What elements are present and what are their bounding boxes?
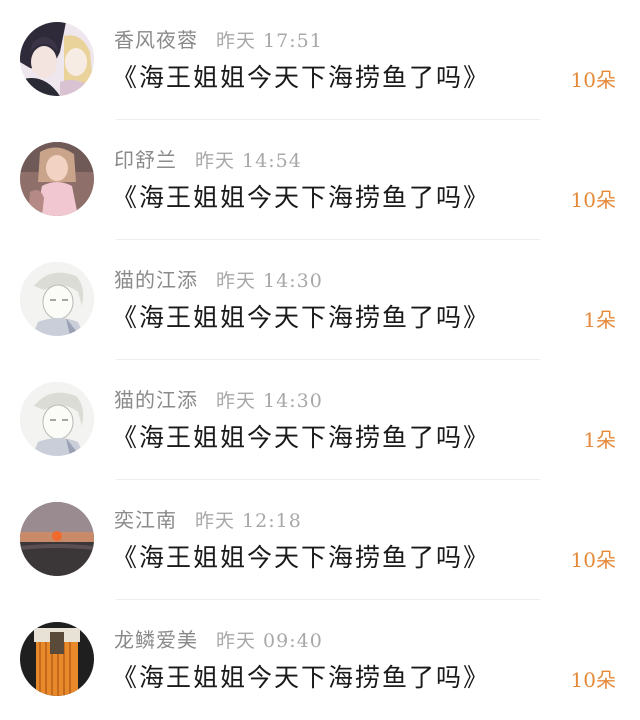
item-meta: 龙鳞爱美 昨天 09:40 — [114, 624, 323, 654]
avatar[interactable] — [20, 22, 94, 96]
timestamp: 昨天 12:18 — [195, 510, 302, 532]
flower-count: 10朵 — [570, 548, 616, 572]
anime-sketch-avatar-icon — [20, 382, 94, 456]
timestamp: 昨天 14:30 — [216, 270, 323, 292]
book-title[interactable]: 《海王姐姐今天下海捞鱼了吗》 — [112, 418, 490, 454]
gift-record-list: 香风夜蓉 昨天 17:51 《海王姐姐今天下海捞鱼了吗》 10朵 印舒兰 昨天 14… — [0, 0, 640, 711]
book-title[interactable]: 《海王姐姐今天下海捞鱼了吗》 — [112, 538, 490, 574]
timestamp: 昨天 17:51 — [216, 30, 323, 52]
username[interactable]: 奕江南 — [114, 508, 177, 532]
timestamp: 昨天 14:54 — [195, 150, 302, 172]
flower-count: 10朵 — [570, 68, 616, 92]
timestamp: 昨天 09:40 — [216, 630, 323, 652]
list-item[interactable]: 香风夜蓉 昨天 17:51 《海王姐姐今天下海捞鱼了吗》 10朵 — [0, 0, 640, 120]
book-title[interactable]: 《海王姐姐今天下海捞鱼了吗》 — [112, 178, 490, 214]
item-meta: 奕江南 昨天 12:18 — [114, 504, 302, 534]
anime-duo-avatar-icon — [20, 22, 94, 96]
timestamp: 昨天 14:30 — [216, 390, 323, 412]
sunset-avatar-icon — [20, 502, 94, 576]
photo-woman-avatar-icon — [20, 142, 94, 216]
list-item[interactable]: 猫的江添 昨天 14:30 《海王姐姐今天下海捞鱼了吗》 1朵 — [0, 240, 640, 360]
orange-curtain-avatar-icon — [20, 622, 94, 696]
flower-count: 10朵 — [570, 668, 616, 692]
flower-count: 1朵 — [583, 308, 616, 332]
book-title[interactable]: 《海王姐姐今天下海捞鱼了吗》 — [112, 658, 490, 694]
avatar[interactable] — [20, 502, 94, 576]
book-title[interactable]: 《海王姐姐今天下海捞鱼了吗》 — [112, 298, 490, 334]
avatar[interactable] — [20, 382, 94, 456]
book-title[interactable]: 《海王姐姐今天下海捞鱼了吗》 — [112, 58, 490, 94]
avatar[interactable] — [20, 622, 94, 696]
list-item[interactable]: 奕江南 昨天 12:18 《海王姐姐今天下海捞鱼了吗》 10朵 — [0, 480, 640, 600]
username[interactable]: 猫的江添 — [114, 268, 198, 292]
flower-count: 1朵 — [583, 428, 616, 452]
item-meta: 猫的江添 昨天 14:30 — [114, 264, 323, 294]
item-meta: 猫的江添 昨天 14:30 — [114, 384, 323, 414]
flower-count: 10朵 — [570, 188, 616, 212]
avatar[interactable] — [20, 262, 94, 336]
username[interactable]: 猫的江添 — [114, 388, 198, 412]
list-item[interactable]: 猫的江添 昨天 14:30 《海王姐姐今天下海捞鱼了吗》 1朵 — [0, 360, 640, 480]
username[interactable]: 龙鳞爱美 — [114, 628, 198, 652]
list-item[interactable]: 印舒兰 昨天 14:54 《海王姐姐今天下海捞鱼了吗》 10朵 — [0, 120, 640, 240]
item-meta: 印舒兰 昨天 14:54 — [114, 144, 302, 174]
username[interactable]: 印舒兰 — [114, 148, 177, 172]
anime-sketch-avatar-icon — [20, 262, 94, 336]
item-meta: 香风夜蓉 昨天 17:51 — [114, 24, 323, 54]
avatar[interactable] — [20, 142, 94, 216]
list-item[interactable]: 龙鳞爱美 昨天 09:40 《海王姐姐今天下海捞鱼了吗》 10朵 — [0, 600, 640, 720]
username[interactable]: 香风夜蓉 — [114, 28, 198, 52]
